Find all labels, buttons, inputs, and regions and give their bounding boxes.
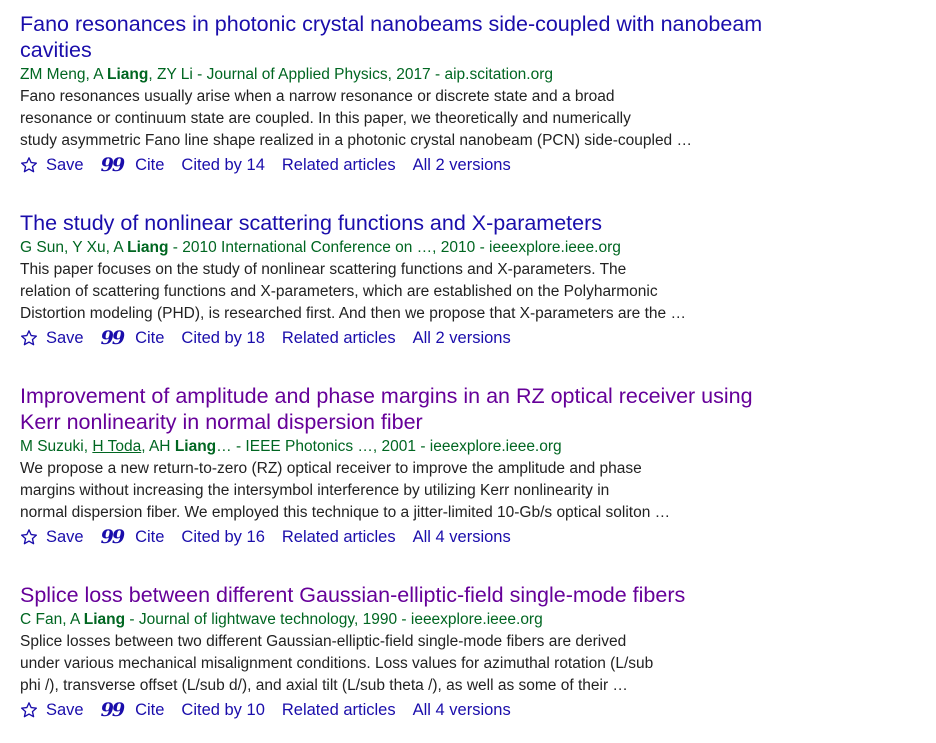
cite-button[interactable]: 99 Cite bbox=[101, 526, 165, 548]
highlighted-author: Liang bbox=[127, 239, 169, 256]
quote-icon: 99 bbox=[100, 699, 125, 721]
quote-icon: 99 bbox=[100, 154, 125, 176]
title-line[interactable]: Kerr nonlinearity in normal dispersion f… bbox=[20, 409, 820, 435]
highlighted-author: Liang bbox=[107, 66, 149, 83]
snippet-line: phi /), transverse offset (L/sub d/), an… bbox=[20, 677, 628, 694]
result-snippet: Fano resonances usually arise when a nar… bbox=[20, 86, 820, 152]
result-authors-source: ZM Meng, A Liang, ZY Li - Journal of App… bbox=[20, 65, 820, 85]
snippet-line: relation of scattering functions and X-p… bbox=[20, 283, 658, 300]
cite-button[interactable]: 99 Cite bbox=[101, 699, 165, 721]
save-button[interactable]: Save bbox=[20, 699, 84, 721]
star-icon bbox=[20, 529, 38, 545]
publication-source: - Journal of Applied Physics, 2017 - aip… bbox=[192, 66, 554, 83]
highlighted-author: Liang bbox=[83, 611, 126, 628]
author-profile-link[interactable]: H Toda bbox=[92, 438, 141, 455]
snippet-line: Distortion modeling (PHD), is researched… bbox=[20, 305, 686, 322]
authors-text: C Fan, A bbox=[20, 611, 84, 628]
title-line[interactable]: Splice loss between different Gaussian-e… bbox=[20, 582, 820, 608]
snippet-line: margins without increasing the intersymb… bbox=[20, 482, 610, 499]
cited-by-link[interactable]: Cited by 16 bbox=[181, 526, 264, 548]
highlighted-author: Liang bbox=[174, 438, 217, 455]
snippet-line: resonance or continuum state are coupled… bbox=[20, 110, 631, 127]
related-articles-link[interactable]: Related articles bbox=[282, 154, 396, 176]
all-versions-link[interactable]: All 2 versions bbox=[413, 327, 511, 349]
result-snippet: This paper focuses on the study of nonli… bbox=[20, 259, 820, 325]
all-versions-link[interactable]: All 2 versions bbox=[413, 154, 511, 176]
cite-label[interactable]: Cite bbox=[135, 699, 164, 721]
result-snippet: Splice losses between two different Gaus… bbox=[20, 631, 820, 697]
result-snippet: We propose a new return-to-zero (RZ) opt… bbox=[20, 458, 820, 524]
result-authors-source: M Suzuki, H Toda, AH Liang… - IEEE Photo… bbox=[20, 437, 820, 457]
related-articles-link[interactable]: Related articles bbox=[282, 526, 396, 548]
quote-icon: 99 bbox=[100, 526, 125, 548]
cited-by-link[interactable]: Cited by 14 bbox=[181, 154, 264, 176]
result-title-link[interactable]: The study of nonlinear scattering functi… bbox=[20, 210, 820, 236]
result-actions: Save 99 Cite Cited by 18 Related article… bbox=[20, 327, 820, 349]
snippet-line: We propose a new return-to-zero (RZ) opt… bbox=[20, 460, 642, 477]
star-icon bbox=[20, 157, 38, 173]
save-label[interactable]: Save bbox=[46, 327, 84, 349]
save-label[interactable]: Save bbox=[46, 699, 84, 721]
snippet-line: Splice losses between two different Gaus… bbox=[20, 633, 627, 650]
snippet-line: under various mechanical misalignment co… bbox=[20, 655, 654, 672]
snippet-line: Fano resonances usually arise when a nar… bbox=[20, 88, 615, 105]
search-result: Splice loss between different Gaussian-e… bbox=[20, 582, 820, 721]
result-authors-source: C Fan, A Liang - Journal of lightwave te… bbox=[20, 610, 820, 630]
title-line[interactable]: Fano resonances in photonic crystal nano… bbox=[20, 11, 820, 37]
save-button[interactable]: Save bbox=[20, 526, 84, 548]
cite-label[interactable]: Cite bbox=[135, 154, 164, 176]
snippet-line: study asymmetric Fano line shape realize… bbox=[20, 132, 692, 149]
result-actions: Save 99 Cite Cited by 10 Related article… bbox=[20, 699, 820, 721]
snippet-line: normal dispersion fiber. We employed thi… bbox=[20, 504, 671, 521]
result-title-link[interactable]: Fano resonances in photonic crystal nano… bbox=[20, 11, 820, 63]
cited-by-link[interactable]: Cited by 10 bbox=[181, 699, 264, 721]
title-line[interactable]: Improvement of amplitude and phase margi… bbox=[20, 383, 820, 409]
authors-text: M Suzuki, bbox=[20, 438, 93, 455]
save-label[interactable]: Save bbox=[46, 526, 84, 548]
search-result: Improvement of amplitude and phase margi… bbox=[20, 383, 820, 548]
related-articles-link[interactable]: Related articles bbox=[282, 327, 396, 349]
title-line[interactable]: The study of nonlinear scattering functi… bbox=[20, 210, 820, 236]
authors-text: ZM Meng, A bbox=[20, 66, 108, 83]
snippet-line: This paper focuses on the study of nonli… bbox=[20, 261, 627, 278]
save-button[interactable]: Save bbox=[20, 154, 84, 176]
publication-source: - 2010 International Conference on …, 20… bbox=[168, 239, 621, 256]
cite-button[interactable]: 99 Cite bbox=[101, 154, 165, 176]
authors-text: … bbox=[216, 438, 232, 455]
publication-source: - Journal of lightwave technology, 1990 … bbox=[125, 611, 543, 628]
all-versions-link[interactable]: All 4 versions bbox=[413, 699, 511, 721]
result-actions: Save 99 Cite Cited by 16 Related article… bbox=[20, 526, 820, 548]
star-icon bbox=[20, 330, 38, 346]
result-title-link[interactable]: Splice loss between different Gaussian-e… bbox=[20, 582, 820, 608]
cited-by-link[interactable]: Cited by 18 bbox=[181, 327, 264, 349]
search-result: The study of nonlinear scattering functi… bbox=[20, 210, 820, 349]
star-icon bbox=[20, 702, 38, 718]
cite-label[interactable]: Cite bbox=[135, 327, 164, 349]
authors-text: , ZY Li bbox=[148, 66, 193, 83]
cite-label[interactable]: Cite bbox=[135, 526, 164, 548]
result-actions: Save 99 Cite Cited by 14 Related article… bbox=[20, 154, 820, 176]
save-button[interactable]: Save bbox=[20, 327, 84, 349]
cite-button[interactable]: 99 Cite bbox=[101, 327, 165, 349]
title-line[interactable]: cavities bbox=[20, 37, 820, 63]
authors-text: G Sun, Y Xu, A bbox=[20, 239, 128, 256]
save-label[interactable]: Save bbox=[46, 154, 84, 176]
result-authors-source: G Sun, Y Xu, A Liang - 2010 Internationa… bbox=[20, 238, 820, 258]
search-result: Fano resonances in photonic crystal nano… bbox=[20, 11, 820, 176]
publication-source: - IEEE Photonics …, 2001 - ieeexplore.ie… bbox=[231, 438, 562, 455]
related-articles-link[interactable]: Related articles bbox=[282, 699, 396, 721]
authors-text: , AH bbox=[141, 438, 175, 455]
quote-icon: 99 bbox=[100, 327, 125, 349]
result-title-link[interactable]: Improvement of amplitude and phase margi… bbox=[20, 383, 820, 435]
all-versions-link[interactable]: All 4 versions bbox=[413, 526, 511, 548]
